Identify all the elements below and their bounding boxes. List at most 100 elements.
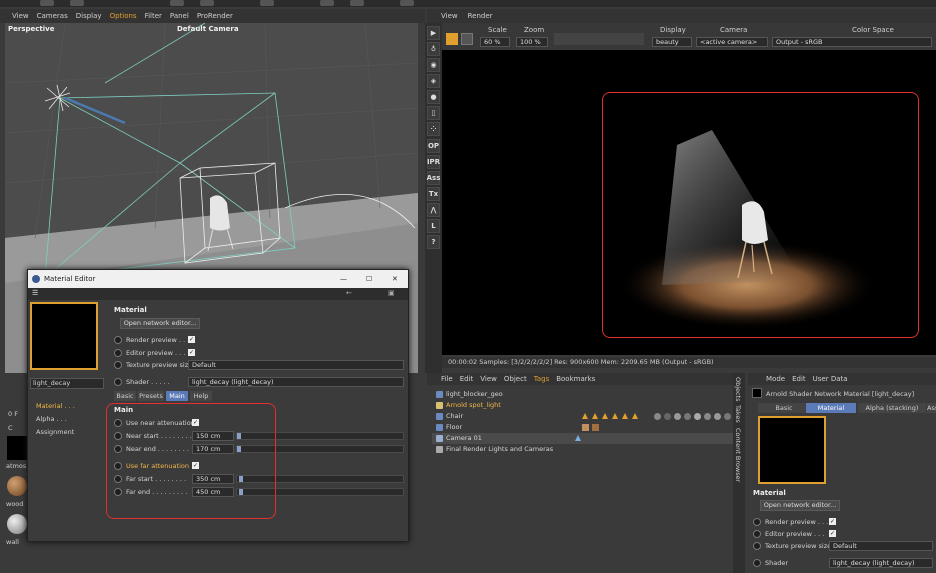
menu-panel[interactable]: Panel [170,12,189,20]
menu-prorender[interactable]: ProRender [197,12,233,20]
palette-help[interactable]: ? [427,235,440,249]
toolbar-icon[interactable] [170,0,184,6]
menu-object[interactable]: Object [504,375,527,383]
menu-filter[interactable]: Filter [145,12,162,20]
material-tag-icon[interactable] [582,424,589,431]
material-thumb-atmos[interactable] [7,436,27,460]
menu-user-data[interactable]: User Data [813,375,848,383]
menu-render[interactable]: Render [468,12,493,20]
animation-radio[interactable] [753,559,761,567]
menu-view[interactable]: View [12,12,29,20]
editor-preview-checkbox[interactable]: ✓ [829,530,836,537]
camera-select[interactable]: <active camera> [696,37,768,47]
toolbar-icon[interactable] [400,0,414,6]
texture-preview-select[interactable]: Default [829,541,933,551]
editor-preview-checkbox[interactable]: ✓ [188,349,195,356]
menu-mode[interactable]: Mode [766,375,785,383]
sphere-icon[interactable]: ● [427,90,440,104]
shader-select[interactable]: light_decay (light_decay) [829,558,933,568]
material-tag-icon[interactable] [622,413,628,419]
material-tag-icon[interactable] [694,413,701,420]
animation-radio[interactable] [753,542,761,550]
hamburger-icon[interactable]: ☰ [32,289,38,297]
maximize-icon[interactable]: ☐ [366,270,372,288]
tab-content-browser[interactable]: Content Browser [734,428,742,482]
shader-select[interactable]: light_decay (light_decay) [188,377,404,387]
tab-presets[interactable]: Presets [138,391,164,401]
material-tag-icon[interactable] [612,413,618,419]
lock-icon[interactable]: ▣ [388,289,395,297]
object-row[interactable]: light_blocker_geo [432,389,733,400]
tab-takes[interactable]: Takes [734,405,742,423]
colorspace-select[interactable]: Output - sRGB [772,37,932,47]
menu-display[interactable]: Display [76,12,102,20]
material-tag-icon[interactable] [714,413,721,420]
particles-icon[interactable]: ⁘ [427,122,440,136]
render-tool-icons[interactable] [554,33,644,45]
palette-op[interactable]: OP [427,139,440,153]
material-name-field[interactable]: light_decay [30,378,104,389]
light-bulb-icon[interactable]: ♁ [427,42,440,56]
toolbar-icon[interactable] [350,0,364,6]
object-row[interactable]: Chair [432,411,733,422]
close-icon[interactable]: ✕ [392,270,398,288]
globe-icon[interactable]: ◉ [427,58,440,72]
palette-ass[interactable]: Ass [427,171,440,185]
toolbar-icon[interactable] [200,0,214,6]
tab-basic[interactable]: Basic [758,403,810,413]
palette-ipr[interactable]: IPR [427,155,440,169]
menu-view[interactable]: View [480,375,497,383]
material-tag-icon[interactable] [592,413,598,419]
menu-view[interactable]: View [441,12,458,20]
tab-basic[interactable]: Basic [114,391,136,401]
arnold-icon[interactable]: ⋀ [427,203,440,217]
material-tag-icon[interactable] [654,413,661,420]
toolbar-icon[interactable] [70,0,84,6]
material-tag-icon[interactable] [632,413,638,419]
toolbar-icon[interactable] [320,0,334,6]
scale-field[interactable]: 60 % [480,37,510,47]
open-network-editor-button[interactable]: Open network editor... [760,500,840,511]
tab-main[interactable]: Main [166,391,188,401]
menu-file[interactable]: File [441,375,453,383]
pause-icon[interactable] [461,33,473,45]
channel-material[interactable]: Material . . . [36,402,106,412]
back-arrow-icon[interactable]: ← [346,289,352,297]
cube-icon[interactable]: ◈ [427,74,440,88]
render-preview-checkbox[interactable]: ✓ [188,336,195,343]
animation-radio[interactable] [114,361,122,369]
animation-radio[interactable] [114,336,122,344]
material-thumb-wood[interactable] [7,476,27,496]
material-tag-icon[interactable] [724,413,731,420]
minimize-icon[interactable]: — [340,270,347,288]
channel-assignment[interactable]: Assignment [36,428,106,438]
tab-objects[interactable]: Objects [734,377,742,402]
material-thumb-wall[interactable] [7,514,27,534]
arnold-tag-icon[interactable] [575,435,581,441]
palette-l[interactable]: L [427,219,440,233]
channel-alpha[interactable]: Alpha . . . [36,415,106,425]
tab-material[interactable]: Material [806,403,856,413]
menu-edit[interactable]: Edit [792,375,806,383]
material-tag-icon[interactable] [664,413,671,420]
material-tag-icon[interactable] [602,413,608,419]
animation-radio[interactable] [114,378,122,386]
menu-bookmarks[interactable]: Bookmarks [556,375,595,383]
play-icon[interactable]: ▶ [427,26,440,40]
toolbar-icon[interactable] [260,0,274,6]
display-select[interactable]: beauty [652,37,692,47]
object-row[interactable]: Arnold spot_light [432,400,733,411]
texture-preview-select[interactable]: Default [188,360,404,370]
object-row[interactable]: Floor [432,422,733,433]
animation-radio[interactable] [753,530,761,538]
animation-radio[interactable] [114,349,122,357]
menu-edit[interactable]: Edit [460,375,474,383]
animation-radio[interactable] [753,518,761,526]
menu-tags[interactable]: Tags [534,375,550,383]
tab-help[interactable]: Help [190,391,212,401]
palette-tx[interactable]: Tx [427,187,440,201]
render-preview-checkbox[interactable]: ✓ [829,518,836,525]
material-tag-icon[interactable] [674,413,681,420]
tab-alpha-stacking[interactable]: Alpha (stacking) [858,403,926,413]
menu-cameras[interactable]: Cameras [37,12,68,20]
